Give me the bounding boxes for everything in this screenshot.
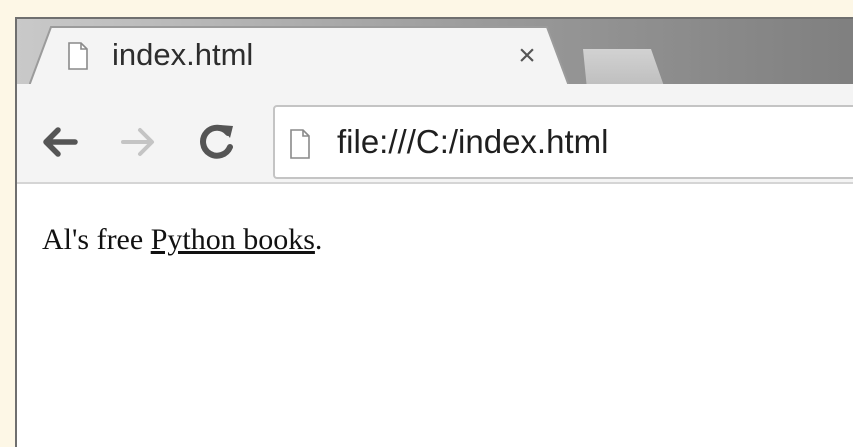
close-tab-icon[interactable]: × bbox=[512, 41, 542, 71]
browser-window: index.html × file:///C:/index.html Al's … bbox=[15, 17, 853, 447]
url-text[interactable]: file:///C:/index.html bbox=[337, 123, 608, 161]
text-before-link: Al's free bbox=[42, 223, 151, 256]
text-after-link: . bbox=[314, 223, 323, 256]
reload-icon[interactable] bbox=[195, 121, 237, 163]
tab-index-html[interactable] bbox=[29, 26, 569, 86]
address-bar[interactable]: file:///C:/index.html bbox=[273, 105, 853, 179]
page-content: Al's free Python books. bbox=[17, 184, 853, 447]
browser-toolbar: file:///C:/index.html bbox=[17, 84, 853, 184]
page-icon bbox=[290, 129, 310, 159]
new-tab-button[interactable] bbox=[583, 49, 665, 89]
tab-strip: index.html × bbox=[17, 19, 853, 89]
tab-title: index.html bbox=[112, 37, 254, 72]
back-arrow-icon[interactable] bbox=[39, 121, 81, 163]
page-icon bbox=[68, 42, 88, 70]
python-books-link[interactable]: Python books bbox=[151, 223, 315, 256]
forward-arrow-icon[interactable] bbox=[117, 121, 159, 163]
page-paragraph: Al's free Python books. bbox=[42, 223, 322, 257]
